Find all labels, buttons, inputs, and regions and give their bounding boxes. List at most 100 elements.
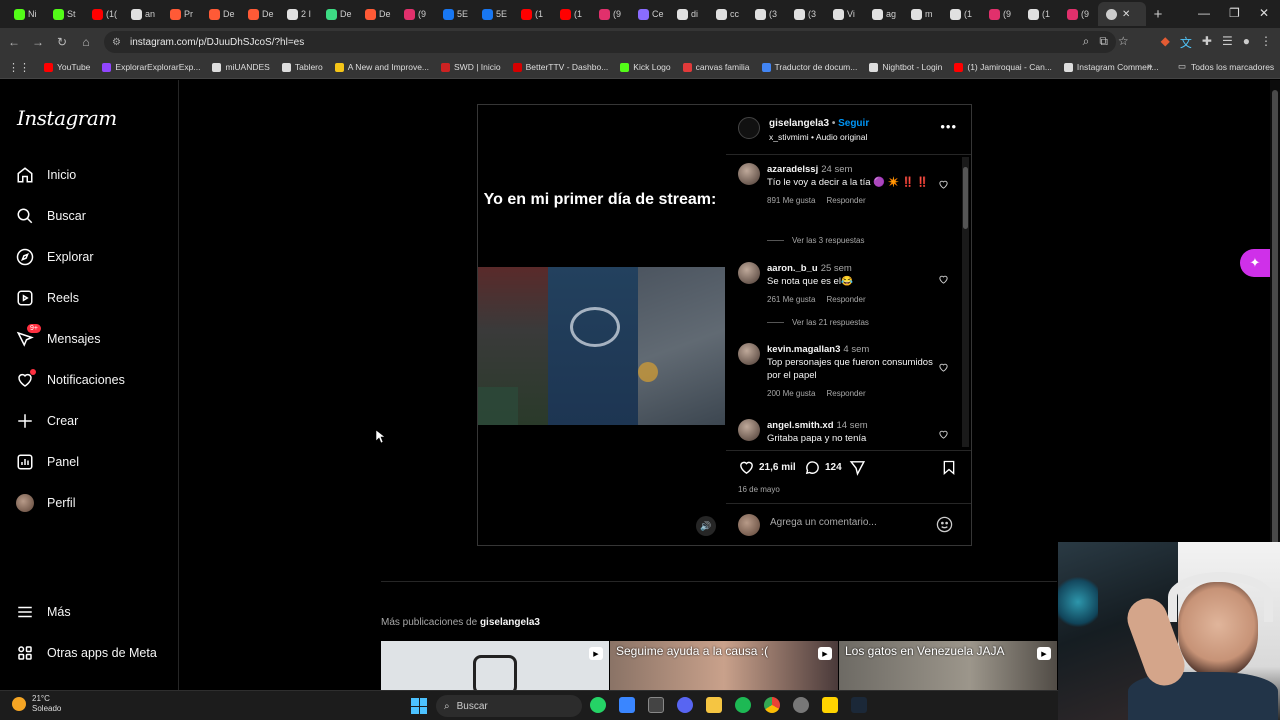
- browser-tab[interactable]: (9: [981, 2, 1020, 26]
- apps-grid-icon[interactable]: ⋮⋮: [8, 61, 30, 74]
- notepad-icon[interactable]: [619, 697, 635, 713]
- sidebar-item-mensajes[interactable]: 9+ Mensajes: [16, 324, 101, 348]
- sidebar-item-perfil[interactable]: Perfil: [16, 494, 75, 512]
- browser-tab[interactable]: 5E: [435, 2, 474, 26]
- bookmark-item[interactable]: miUANDES: [212, 62, 270, 72]
- maximize-window-icon[interactable]: ❐: [1229, 6, 1240, 20]
- taskbar-search[interactable]: ⌕ Buscar: [436, 695, 582, 717]
- like-button[interactable]: 21,6 mil: [738, 459, 796, 476]
- commenter-avatar[interactable]: [738, 343, 760, 365]
- browser-tab[interactable]: (9: [396, 2, 435, 26]
- browser-tab[interactable]: (3: [786, 2, 825, 26]
- browser-tab[interactable]: (1: [942, 2, 981, 26]
- instagram-logo[interactable]: Instagram: [17, 106, 117, 130]
- zoom-icon[interactable]: ⌕: [1083, 34, 1090, 51]
- browser-tab[interactable]: (1(: [84, 2, 123, 26]
- browser-tab[interactable]: 5E: [474, 2, 513, 26]
- browser-tab[interactable]: (1: [1020, 2, 1059, 26]
- sidebar-item-buscar[interactable]: Buscar: [16, 207, 86, 225]
- comment-likes[interactable]: 200 Me gusta: [767, 389, 815, 398]
- site-info-icon[interactable]: ⚙: [112, 37, 121, 48]
- comment-username[interactable]: azaradelssj: [767, 164, 818, 175]
- reply-button[interactable]: Responder: [826, 196, 865, 205]
- bookmark-item[interactable]: Traductor de docum...: [761, 62, 857, 72]
- sidebar-item-crear[interactable]: Crear: [16, 412, 78, 430]
- file-explorer-icon[interactable]: [706, 697, 722, 713]
- more-posts-user[interactable]: giselangela3: [480, 617, 540, 628]
- like-comment-icon[interactable]: [938, 429, 949, 440]
- follow-button[interactable]: Seguir: [838, 118, 869, 129]
- post-thumbnail[interactable]: Seguime ayuda a la causa :( ▶: [610, 641, 838, 691]
- sidebar-item-mas[interactable]: Más: [16, 603, 71, 621]
- browser-tab[interactable]: Vi: [825, 2, 864, 26]
- browser-tab[interactable]: an: [123, 2, 162, 26]
- more-options-icon[interactable]: •••: [940, 119, 957, 134]
- like-comment-icon[interactable]: [938, 362, 949, 373]
- browser-tab[interactable]: De: [357, 2, 396, 26]
- post-media[interactable]: Yo en mi primer día de stream: 🔊: [478, 105, 726, 545]
- sidebar-item-explorar[interactable]: Explorar: [16, 248, 94, 266]
- spotify-icon[interactable]: [735, 697, 751, 713]
- bookmark-item[interactable]: (1) Jamiroquai - Can...: [954, 62, 1052, 72]
- browser-tab[interactable]: (9: [1059, 2, 1098, 26]
- bookmark-item[interactable]: YouTube: [44, 62, 90, 72]
- terminal-icon[interactable]: [648, 697, 664, 713]
- reply-button[interactable]: Responder: [826, 389, 865, 398]
- browser-menu-icon[interactable]: ⋮: [1260, 34, 1272, 51]
- sticky-notes-icon[interactable]: [822, 697, 838, 713]
- bookmark-item[interactable]: Instagram Commen...: [1063, 62, 1159, 72]
- like-comment-icon[interactable]: [938, 179, 949, 190]
- view-replies[interactable]: Ver las 3 respuestas: [767, 236, 864, 245]
- bookmark-item[interactable]: Nightbot - Login: [869, 62, 942, 72]
- steam-icon[interactable]: [851, 697, 867, 713]
- extension-floating-icon[interactable]: ✦: [1240, 249, 1270, 277]
- browser-tab[interactable]: cc: [708, 2, 747, 26]
- share-button[interactable]: [849, 459, 866, 476]
- browser-tab[interactable]: 2 I: [279, 2, 318, 26]
- browser-tab[interactable]: di: [669, 2, 708, 26]
- back-icon[interactable]: ←: [2, 35, 26, 49]
- windows-start-icon[interactable]: [411, 698, 427, 714]
- browser-tab[interactable]: St: [45, 2, 84, 26]
- reload-icon[interactable]: ↻: [50, 35, 74, 49]
- sidebar-item-inicio[interactable]: Inicio: [16, 166, 76, 184]
- comment-username[interactable]: angel.smith.xd: [767, 420, 834, 431]
- commenter-avatar[interactable]: [738, 163, 760, 185]
- bookmark-item[interactable]: Kick Logo: [620, 62, 671, 72]
- forward-icon[interactable]: →: [26, 35, 50, 49]
- weather-widget[interactable]: 21°C Soleado: [12, 694, 61, 714]
- bookmark-item[interactable]: BetterTTV - Dashbo...: [512, 62, 608, 72]
- browser-tab[interactable]: De: [240, 2, 279, 26]
- profile-avatar-icon[interactable]: ●: [1243, 34, 1250, 51]
- browser-tab[interactable]: De: [201, 2, 240, 26]
- author-username[interactable]: giselangela3: [769, 118, 829, 129]
- close-tab-icon[interactable]: ✕: [1122, 9, 1130, 20]
- sidebar-item-reels[interactable]: Reels: [16, 289, 79, 307]
- browser-tab[interactable]: De: [318, 2, 357, 26]
- browser-tab[interactable]: Ni: [6, 2, 45, 26]
- chrome-icon[interactable]: [764, 697, 780, 713]
- video-frame[interactable]: [478, 267, 725, 425]
- like-comment-icon[interactable]: [938, 274, 949, 285]
- browser-tab[interactable]: (9: [591, 2, 630, 26]
- commenter-avatar[interactable]: [738, 262, 760, 284]
- post-thumbnail[interactable]: Los gatos en Venezuela JAJA ▶: [839, 641, 1057, 691]
- extension-icon[interactable]: ◆: [1161, 34, 1170, 51]
- browser-tab[interactable]: (1: [513, 2, 552, 26]
- browser-tab[interactable]: Pr: [162, 2, 201, 26]
- comment-input[interactable]: [770, 517, 920, 528]
- install-app-icon[interactable]: ⧉: [1099, 34, 1108, 51]
- browser-tab[interactable]: (1: [552, 2, 591, 26]
- save-button[interactable]: [941, 459, 957, 476]
- comment-button[interactable]: 124: [804, 459, 842, 476]
- post-date[interactable]: 16 de mayo: [738, 485, 780, 494]
- active-browser-tab[interactable]: ✕: [1098, 2, 1146, 26]
- view-replies[interactable]: Ver las 21 respuestas: [767, 318, 869, 327]
- address-bar[interactable]: ⚙ instagram.com/p/DJuuDhSJcoS/?hl=es: [104, 31, 1116, 53]
- bookmark-item[interactable]: canvas familia: [682, 62, 750, 72]
- comments-scrollbar[interactable]: [962, 157, 969, 447]
- minimize-window-icon[interactable]: —: [1198, 6, 1210, 20]
- all-bookmarks-folder[interactable]: ▭ Todos los marcadores: [1178, 61, 1274, 72]
- bookmark-item[interactable]: ExplorarExplorarExp...: [102, 62, 200, 72]
- browser-tab[interactable]: m: [903, 2, 942, 26]
